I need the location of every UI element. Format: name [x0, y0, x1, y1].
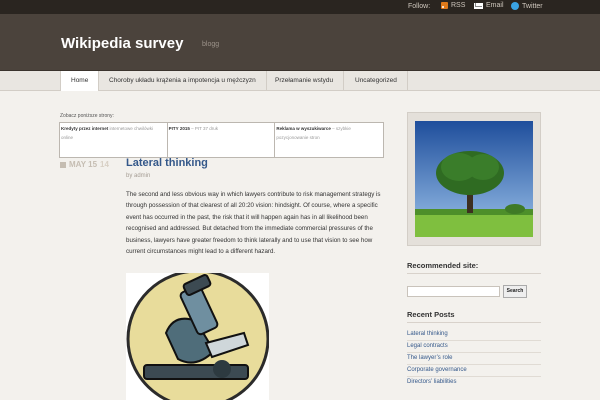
search-button[interactable]: Search	[503, 285, 527, 298]
recent-post-link[interactable]: Lateral thinking	[407, 331, 448, 337]
email-label: Email	[486, 2, 504, 9]
recent-post-divider	[407, 376, 541, 377]
nav-item-home[interactable]: Home	[60, 71, 100, 91]
pages-label: Zobacz poniższe strony:	[60, 113, 114, 119]
recent-posts-title: Recent Posts	[407, 310, 455, 319]
recent-post-divider	[407, 364, 541, 365]
email-icon	[474, 2, 483, 9]
post-date-day: MAY 15	[69, 160, 98, 169]
rss-icon	[441, 2, 448, 9]
post-date-year: 14	[100, 160, 109, 169]
post-title[interactable]: Lateral thinking	[126, 157, 208, 169]
page-cell-1[interactable]: Kredyty przez internet internetowe chwil…	[60, 123, 168, 157]
nav-item-choroby[interactable]: Choroby układu krążenia a impotencja u m…	[99, 71, 267, 91]
page-cell-1-title[interactable]: Kredyty przez internet	[61, 126, 108, 131]
recent-posts-divider	[407, 322, 541, 323]
nav-item-uncategorized[interactable]: Uncategorized	[345, 71, 408, 91]
pages-table: Kredyty przez internet internetowe chwil…	[59, 122, 384, 158]
twitter-icon	[511, 2, 519, 10]
rss-label: RSS	[451, 2, 466, 9]
main-nav: Home Choroby układu krążenia a impotencj…	[0, 71, 600, 91]
page-cell-3-title[interactable]: Reklama w wyszukiwarce	[276, 126, 331, 131]
recent-post-link[interactable]: Corporate governance	[407, 367, 467, 373]
site-title[interactable]: Wikipedia survey	[61, 35, 183, 52]
top-bar: Follow: RSS Email Twitter	[0, 0, 600, 14]
sidebar-tree-photo	[407, 112, 541, 246]
recommended-title: Recommended site:	[407, 261, 479, 270]
post-body: The second and less obvious way in which…	[126, 191, 381, 256]
recent-post-link[interactable]: Directors’ liabilities	[407, 379, 456, 385]
post-image	[126, 273, 269, 400]
email-link[interactable]: Email	[474, 2, 504, 9]
page-cell-3[interactable]: Reklama w wyszukiwarce – szybkie pozycjo…	[275, 123, 383, 157]
post-date: MAY 15 14	[60, 160, 109, 169]
site-tagline: blogg	[202, 41, 220, 48]
recent-post-link[interactable]: The lawyer’s role	[407, 355, 452, 361]
page-cell-2[interactable]: PITY 2015 – PIT 37 druk	[168, 123, 276, 157]
rss-link[interactable]: RSS	[441, 2, 465, 9]
recommended-divider	[407, 273, 541, 274]
twitter-label: Twitter	[522, 2, 543, 10]
nav-item-przelamanie[interactable]: Przełamanie wstydu	[265, 71, 345, 91]
follow-label: Follow:	[408, 3, 431, 10]
search-input[interactable]	[407, 286, 500, 297]
calendar-icon	[60, 161, 66, 168]
recent-post-divider	[407, 352, 541, 353]
recent-post-divider	[407, 340, 541, 341]
recent-post-link[interactable]: Legal contracts	[407, 343, 448, 349]
page-cell-2-text: – PIT 37 druk	[191, 126, 219, 131]
twitter-link[interactable]: Twitter	[511, 2, 543, 10]
site-header: Wikipedia survey blogg	[0, 14, 600, 71]
page-cell-2-title[interactable]: PITY 2015	[169, 126, 190, 131]
post-author: by admin	[126, 173, 151, 179]
